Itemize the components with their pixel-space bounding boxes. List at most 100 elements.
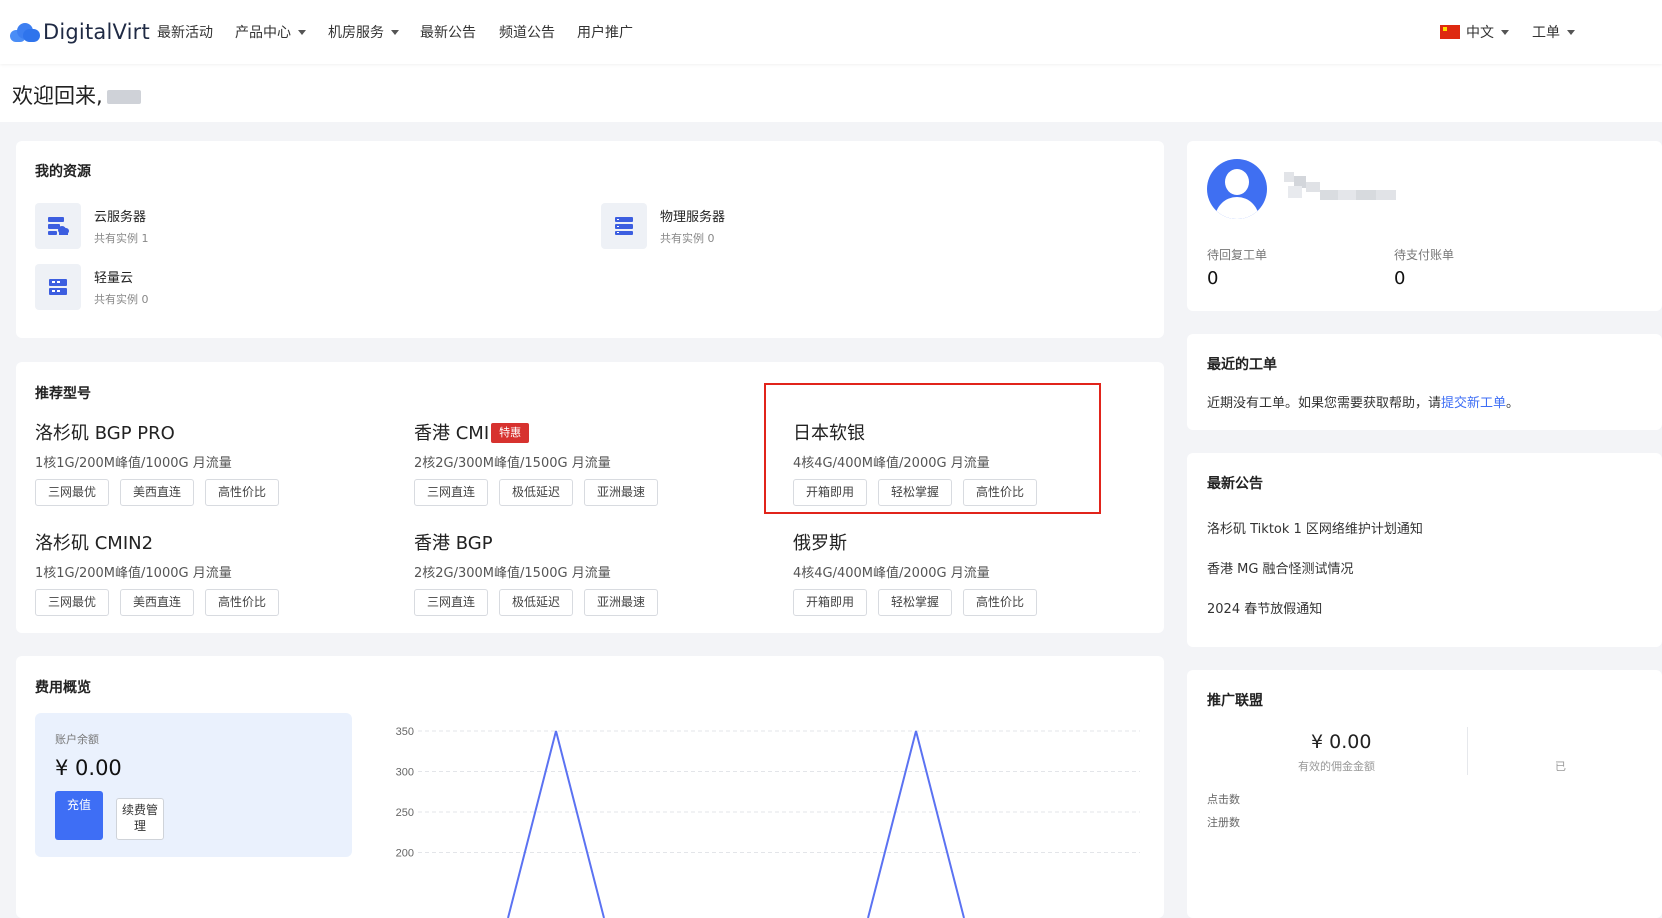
product-name: 香港 CMI <box>414 423 490 444</box>
product-tag: 高性价比 <box>205 589 280 616</box>
highlight-box <box>764 383 1101 514</box>
blurred-username <box>106 90 141 104</box>
ticket-menu-label: 工单 <box>1532 25 1560 41</box>
signups-label: 注册数 <box>1207 816 1240 829</box>
nav-datacenter-services-label: 机房服务 <box>328 25 384 41</box>
welcome-bar: 欢迎回来, <box>0 64 1662 122</box>
product-tag: 开箱即用 <box>793 589 868 616</box>
chart-series-line <box>867 730 965 918</box>
nav-product-center-label: 产品中心 <box>235 25 291 41</box>
product-tag: 极低延迟 <box>499 589 574 616</box>
product-tag: 轻松掌握 <box>878 589 953 616</box>
fees-title: 费用概览 <box>35 680 91 696</box>
submit-ticket-link[interactable]: 提交新工单 <box>1441 396 1506 411</box>
announcements-title: 最新公告 <box>1207 476 1263 492</box>
product-item[interactable]: 香港 CMI 特惠 2核2G/300M峰值/1500G 月流量 三网直连 极低延迟… <box>414 419 754 519</box>
welcome-text: 欢迎回来, <box>12 84 103 108</box>
top-navbar: DigitalVirt 最新活动 产品中心 机房服务 最新公告 频道公告 用户推… <box>0 0 1662 64</box>
resource-count: 共有实例 1 <box>94 232 149 245</box>
recent-tickets-text: 近期没有工单。如果您需要获取帮助，请 <box>1207 396 1442 411</box>
nav-user-promotion[interactable]: 用户推广 <box>577 22 633 42</box>
product-tag: 高性价比 <box>963 589 1038 616</box>
product-spec: 1核1G/200M峰值/1000G 月流量 <box>35 456 232 471</box>
chevron-down-icon <box>391 29 399 35</box>
announcement-item[interactable]: 香港 MG 融合怪测试情况 <box>1207 558 1354 577</box>
recent-tickets-card <box>1187 334 1662 430</box>
resource-name: 云服务器 <box>94 210 147 225</box>
brand-logo[interactable]: DigitalVirt <box>10 18 150 46</box>
chevron-down-icon <box>298 29 306 35</box>
commission-value: ¥ 0.00 <box>1311 731 1372 753</box>
product-tag: 美西直连 <box>120 479 195 506</box>
product-spec: 4核4G/400M峰值/2000G 月流量 <box>793 566 990 581</box>
discount-badge: 特惠 <box>491 423 530 443</box>
product-tag: 三网直连 <box>414 479 489 506</box>
product-tag: 亚洲最速 <box>584 589 659 616</box>
cloud-server-icon <box>35 203 81 249</box>
balance-panel: 账户余额 ¥ 0.00 充值 续费管理 <box>35 713 352 857</box>
product-name: 香港 BGP <box>414 533 493 554</box>
product-tag: 极低延迟 <box>499 479 574 506</box>
chevron-down-icon <box>1567 29 1575 35</box>
product-tag: 亚洲最速 <box>584 479 659 506</box>
announcement-item[interactable]: 2024 春节放假通知 <box>1207 598 1322 617</box>
chevron-down-icon <box>1501 29 1509 35</box>
ticket-menu[interactable]: 工单 <box>1532 22 1575 42</box>
recharge-button[interactable]: 充值 <box>55 791 103 840</box>
renewal-management-button[interactable]: 续费管理 <box>116 798 164 840</box>
chart-y-tick-label: 350 <box>396 726 414 738</box>
blurred-user-info <box>1284 172 1396 200</box>
product-name: 洛杉矶 BGP PRO <box>35 423 175 444</box>
clicks-label: 点击数 <box>1207 793 1240 806</box>
resource-count: 共有实例 0 <box>94 293 149 306</box>
resources-title: 我的资源 <box>35 164 91 180</box>
recent-tickets-title: 最近的工单 <box>1207 357 1277 373</box>
pending-tickets-value[interactable]: 0 <box>1207 268 1218 289</box>
commission-label: 有效的佣金金额 <box>1298 760 1375 773</box>
product-tag: 三网最优 <box>35 589 110 616</box>
product-tag: 三网直连 <box>414 589 489 616</box>
nav-latest-announcements[interactable]: 最新公告 <box>420 22 476 42</box>
unpaid-bills-value[interactable]: 0 <box>1394 268 1405 289</box>
resource-name: 轻量云 <box>94 271 134 286</box>
product-item[interactable]: 俄罗斯 4核4G/400M峰值/2000G 月流量 开箱即用 轻松掌握 高性价比 <box>793 529 1133 629</box>
pending-tickets-label: 待回复工单 <box>1207 248 1268 262</box>
product-spec: 2核2G/300M峰值/1500G 月流量 <box>414 456 611 471</box>
profile-card <box>1187 141 1662 311</box>
chart-y-tick-label: 200 <box>396 848 414 860</box>
chart-y-tick-label: 250 <box>396 807 414 819</box>
lightweight-cloud-icon <box>35 264 81 310</box>
resource-name: 物理服务器 <box>660 210 726 225</box>
cutoff-label: 已 <box>1555 760 1566 773</box>
affiliate-title: 推广联盟 <box>1207 693 1263 709</box>
cloud-logo-icon <box>10 22 40 42</box>
product-spec: 1核1G/200M峰值/1000G 月流量 <box>35 566 232 581</box>
recent-tickets-suffix: 。 <box>1506 396 1520 411</box>
product-item[interactable]: 香港 BGP 2核2G/300M峰值/1500G 月流量 三网直连 极低延迟 亚… <box>414 529 754 629</box>
balance-value: ¥ 0.00 <box>55 756 122 780</box>
product-name: 俄罗斯 <box>793 533 847 554</box>
products-title: 推荐型号 <box>35 386 91 402</box>
brand-name: DigitalVirt <box>43 20 150 44</box>
chart-y-tick-label: 300 <box>396 767 414 779</box>
product-spec: 2核2G/300M峰值/1500G 月流量 <box>414 566 611 581</box>
nav-product-center[interactable]: 产品中心 <box>235 22 306 42</box>
product-tag: 三网最优 <box>35 479 110 506</box>
product-item[interactable]: 洛杉矶 BGP PRO 1核1G/200M峰值/1000G 月流量 三网最优 美… <box>35 419 375 519</box>
china-flag-icon <box>1440 25 1460 39</box>
welcome-heading: 欢迎回来, <box>12 80 141 110</box>
product-name: 洛杉矶 CMIN2 <box>35 533 154 554</box>
nav-channel-announcements[interactable]: 频道公告 <box>499 22 555 42</box>
resource-count: 共有实例 0 <box>660 232 715 245</box>
announcement-item[interactable]: 洛杉矶 Tiktok 1 区网络维护计划通知 <box>1207 518 1423 537</box>
language-selector[interactable]: 中文 <box>1440 22 1509 42</box>
product-item[interactable]: 洛杉矶 CMIN2 1核1G/200M峰值/1000G 月流量 三网最优 美西直… <box>35 529 375 629</box>
product-tag: 高性价比 <box>205 479 280 506</box>
nav-latest-events[interactable]: 最新活动 <box>157 22 213 42</box>
chart-series-line <box>507 730 605 918</box>
avatar[interactable] <box>1207 159 1267 219</box>
recent-tickets-message: 近期没有工单。如果您需要获取帮助，请提交新工单。 <box>1207 392 1519 411</box>
physical-server-icon <box>601 203 647 249</box>
balance-label: 账户余额 <box>55 733 99 746</box>
nav-datacenter-services[interactable]: 机房服务 <box>328 22 399 42</box>
